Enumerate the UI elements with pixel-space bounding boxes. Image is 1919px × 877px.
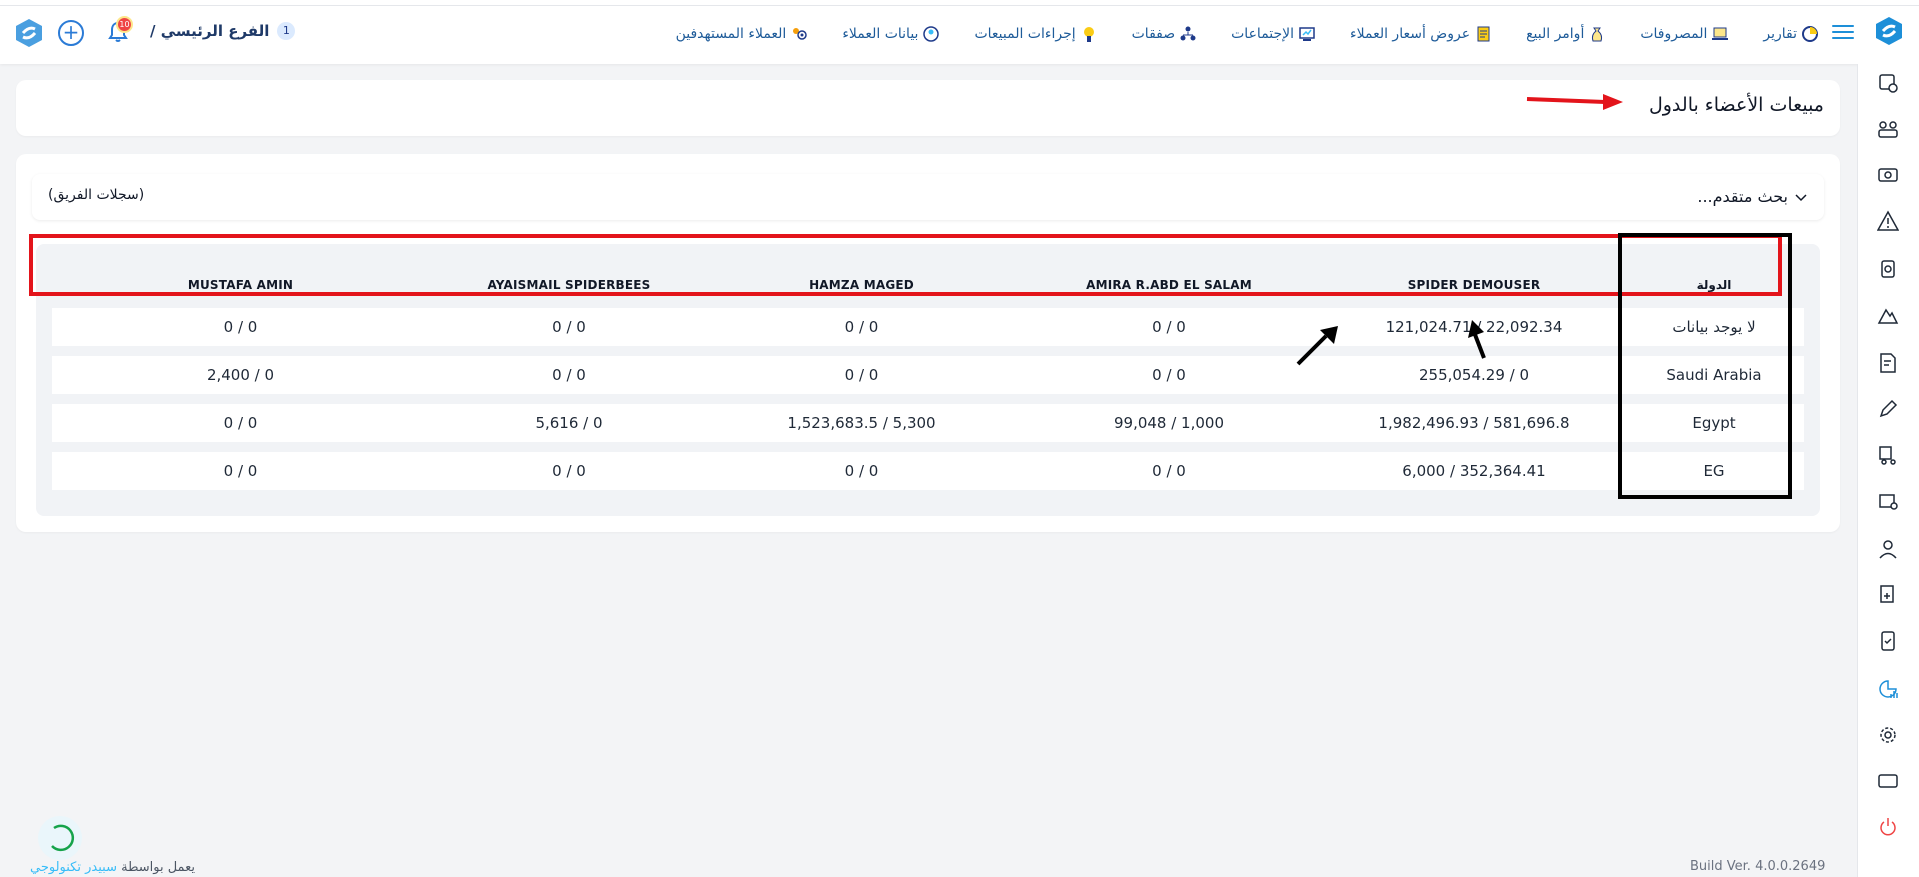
nav-quotations[interactable]: عروض أسعار العملاء bbox=[1350, 25, 1492, 43]
cell-member4: 0 / 0 bbox=[429, 308, 709, 346]
sidebar-add-doc-icon[interactable] bbox=[1877, 584, 1899, 606]
sidebar-person-icon[interactable] bbox=[1877, 538, 1899, 560]
cell-member3: 0 / 0 bbox=[709, 356, 1014, 394]
target-customers-icon bbox=[790, 25, 808, 43]
branch-name: الفرع الرئيسي / bbox=[150, 22, 270, 40]
red-arrow-annotation bbox=[1526, 94, 1623, 110]
sales-orders-icon bbox=[1588, 25, 1606, 43]
table-row: 0 / 0 0 / 0 0 / 0 0 / 0 121,024.71 / 22,… bbox=[52, 308, 1804, 346]
nav-customer-data[interactable]: بيانات العملاء bbox=[842, 25, 940, 43]
black-highlight-box bbox=[1618, 233, 1792, 499]
cell-member5: 0 / 0 bbox=[52, 452, 429, 490]
cell-member3: 0 / 0 bbox=[709, 452, 1014, 490]
nav-deals[interactable]: صفقات bbox=[1132, 25, 1198, 43]
sidebar-settings-icon[interactable] bbox=[1877, 724, 1899, 746]
customer-data-icon bbox=[922, 25, 940, 43]
cell-member2: 0 / 0 bbox=[1014, 356, 1324, 394]
table-row: 2,400 / 0 0 / 0 0 / 0 0 / 0 255,054.29 /… bbox=[52, 356, 1804, 394]
expenses-icon bbox=[1711, 25, 1729, 43]
secondary-logo-icon[interactable] bbox=[14, 18, 44, 48]
cell-member2: 0 / 0 bbox=[1014, 452, 1324, 490]
reports-icon bbox=[1801, 25, 1819, 43]
right-sidebar bbox=[1857, 64, 1919, 877]
table-row: 0 / 0 0 / 0 0 / 0 0 / 0 6,000 / 352,364.… bbox=[52, 452, 1804, 490]
sidebar-truck-icon[interactable] bbox=[1877, 444, 1899, 466]
nav-expenses[interactable]: المصروفات bbox=[1640, 25, 1729, 43]
sidebar-device-check-icon[interactable] bbox=[1877, 630, 1899, 652]
sidebar-card-icon[interactable] bbox=[1877, 72, 1899, 94]
cell-member5: 0 / 0 bbox=[52, 404, 429, 442]
nav-target-customers[interactable]: العملاء المستهدفين bbox=[676, 25, 809, 43]
cell-member2: 0 / 0 bbox=[1014, 308, 1324, 346]
cell-member1: 6,000 / 352,364.41 bbox=[1324, 452, 1624, 490]
sidebar-warning-icon[interactable] bbox=[1876, 210, 1900, 232]
cell-member5: 0 / 0 bbox=[52, 308, 429, 346]
branch-count-badge: 1 bbox=[277, 22, 296, 40]
menu-toggle-icon[interactable] bbox=[1832, 22, 1854, 42]
notification-badge: 10 bbox=[116, 16, 133, 33]
team-records-label: (سجلات الفريق) bbox=[48, 187, 145, 203]
table-row: 0 / 0 5,616 / 0 1,523,683.5 / 5,300 99,0… bbox=[52, 404, 1804, 442]
nav-sales-orders[interactable]: أوامر البيع bbox=[1526, 25, 1606, 43]
cell-member4: 0 / 0 bbox=[429, 452, 709, 490]
brand-link[interactable]: سبيدر تكنولوجي bbox=[30, 860, 117, 875]
sidebar-users-icon[interactable] bbox=[1877, 118, 1899, 140]
advanced-search-bar[interactable]: بحث متقدم... (سجلات الفريق) bbox=[32, 174, 1824, 220]
app-logo-icon[interactable] bbox=[1874, 16, 1904, 46]
sidebar-invoice-icon[interactable] bbox=[1877, 352, 1899, 374]
advanced-search-toggle[interactable]: بحث متقدم... bbox=[1697, 187, 1808, 206]
sidebar-power-icon[interactable] bbox=[1877, 816, 1899, 838]
meetings-icon bbox=[1298, 25, 1316, 43]
sidebar-mountain-icon[interactable] bbox=[1877, 304, 1899, 326]
build-version: Build Ver. 4.0.0.2649 bbox=[1690, 859, 1826, 874]
cell-member4: 0 / 0 bbox=[429, 356, 709, 394]
top-divider bbox=[0, 5, 1919, 6]
sales-actions-icon bbox=[1080, 25, 1098, 43]
main-nav: العملاء المستهدفين بيانات العملاء إجراءا… bbox=[676, 22, 1819, 46]
cell-member1: 1,982,496.93 / 581,696.8 bbox=[1324, 404, 1624, 442]
sidebar-box-icon[interactable] bbox=[1877, 490, 1899, 512]
sidebar-window-icon[interactable] bbox=[1877, 770, 1899, 792]
powered-by: يعمل بواسطة سبيدر تكنولوجي bbox=[30, 860, 195, 875]
page-title: مبيعات الأعضاء بالدول bbox=[1648, 94, 1824, 116]
sidebar-pen-icon[interactable] bbox=[1877, 398, 1899, 420]
report-card: بحث متقدم... (سجلات الفريق) MUSTAFA AMIN… bbox=[16, 154, 1840, 532]
nav-sales-actions[interactable]: إجراءات المبيعات bbox=[974, 25, 1097, 43]
nav-reports[interactable]: تقارير bbox=[1763, 25, 1819, 43]
chevron-down-icon bbox=[1795, 193, 1807, 201]
deals-icon bbox=[1179, 25, 1197, 43]
black-arrow-annotation-right bbox=[1468, 320, 1486, 359]
cell-member3: 1,523,683.5 / 5,300 bbox=[709, 404, 1014, 442]
cell-member4: 5,616 / 0 bbox=[429, 404, 709, 442]
nav-meetings[interactable]: الإجتماعات bbox=[1231, 25, 1316, 43]
cell-member2: 99,048 / 1,000 bbox=[1014, 404, 1324, 442]
branch-selector[interactable]: 1 الفرع الرئيسي / bbox=[150, 22, 296, 40]
cell-member3: 0 / 0 bbox=[709, 308, 1014, 346]
sidebar-device-icon[interactable] bbox=[1877, 258, 1899, 280]
cell-member5: 2,400 / 0 bbox=[52, 356, 429, 394]
sidebar-money-icon[interactable] bbox=[1877, 164, 1899, 186]
loading-spinner-icon bbox=[38, 816, 82, 860]
members-sales-table: MUSTAFA AMIN AYAISMAIL SPIDERBEES HAMZA … bbox=[52, 262, 1804, 500]
sidebar-chart-icon[interactable] bbox=[1877, 678, 1899, 700]
red-highlight-box bbox=[29, 234, 1782, 296]
black-arrow-annotation-left bbox=[1296, 326, 1338, 366]
add-button[interactable]: + bbox=[58, 20, 84, 46]
quotations-icon bbox=[1474, 25, 1492, 43]
